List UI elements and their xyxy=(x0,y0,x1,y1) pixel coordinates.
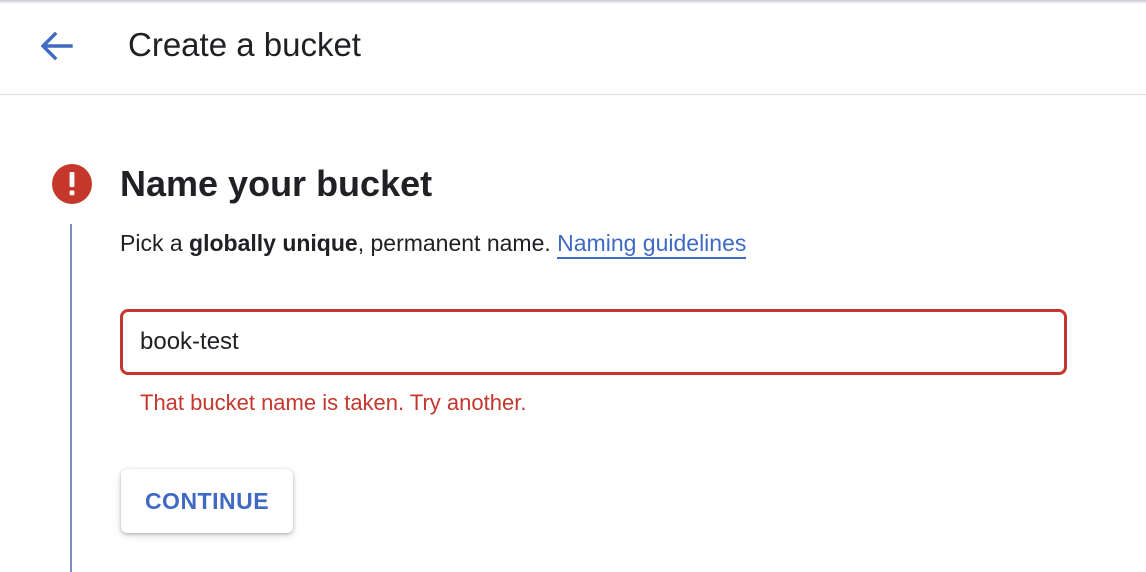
bucket-name-field xyxy=(120,309,1067,375)
back-button[interactable] xyxy=(30,22,82,70)
step-description: Pick a globally unique, permanent name. … xyxy=(120,228,747,259)
description-suffix: , permanent name. xyxy=(357,230,558,256)
error-exclamation-icon xyxy=(52,164,92,204)
description-bold: globally unique xyxy=(189,230,358,256)
bucket-name-error: That bucket name is taken. Try another. xyxy=(140,390,527,415)
bucket-name-input[interactable] xyxy=(123,312,1064,372)
continue-button[interactable]: CONTINUE xyxy=(121,469,293,533)
arrow-left-icon xyxy=(40,31,73,61)
create-bucket-page: Create a bucket Name your bucket Pick a … xyxy=(0,0,1146,572)
step-connector-line xyxy=(70,224,72,572)
description-prefix: Pick a xyxy=(120,230,190,256)
page-header: Create a bucket xyxy=(0,0,1146,95)
step-title: Name your bucket xyxy=(120,163,433,204)
naming-guidelines-link[interactable]: Naming guidelines xyxy=(557,230,747,259)
page-title: Create a bucket xyxy=(128,26,361,63)
